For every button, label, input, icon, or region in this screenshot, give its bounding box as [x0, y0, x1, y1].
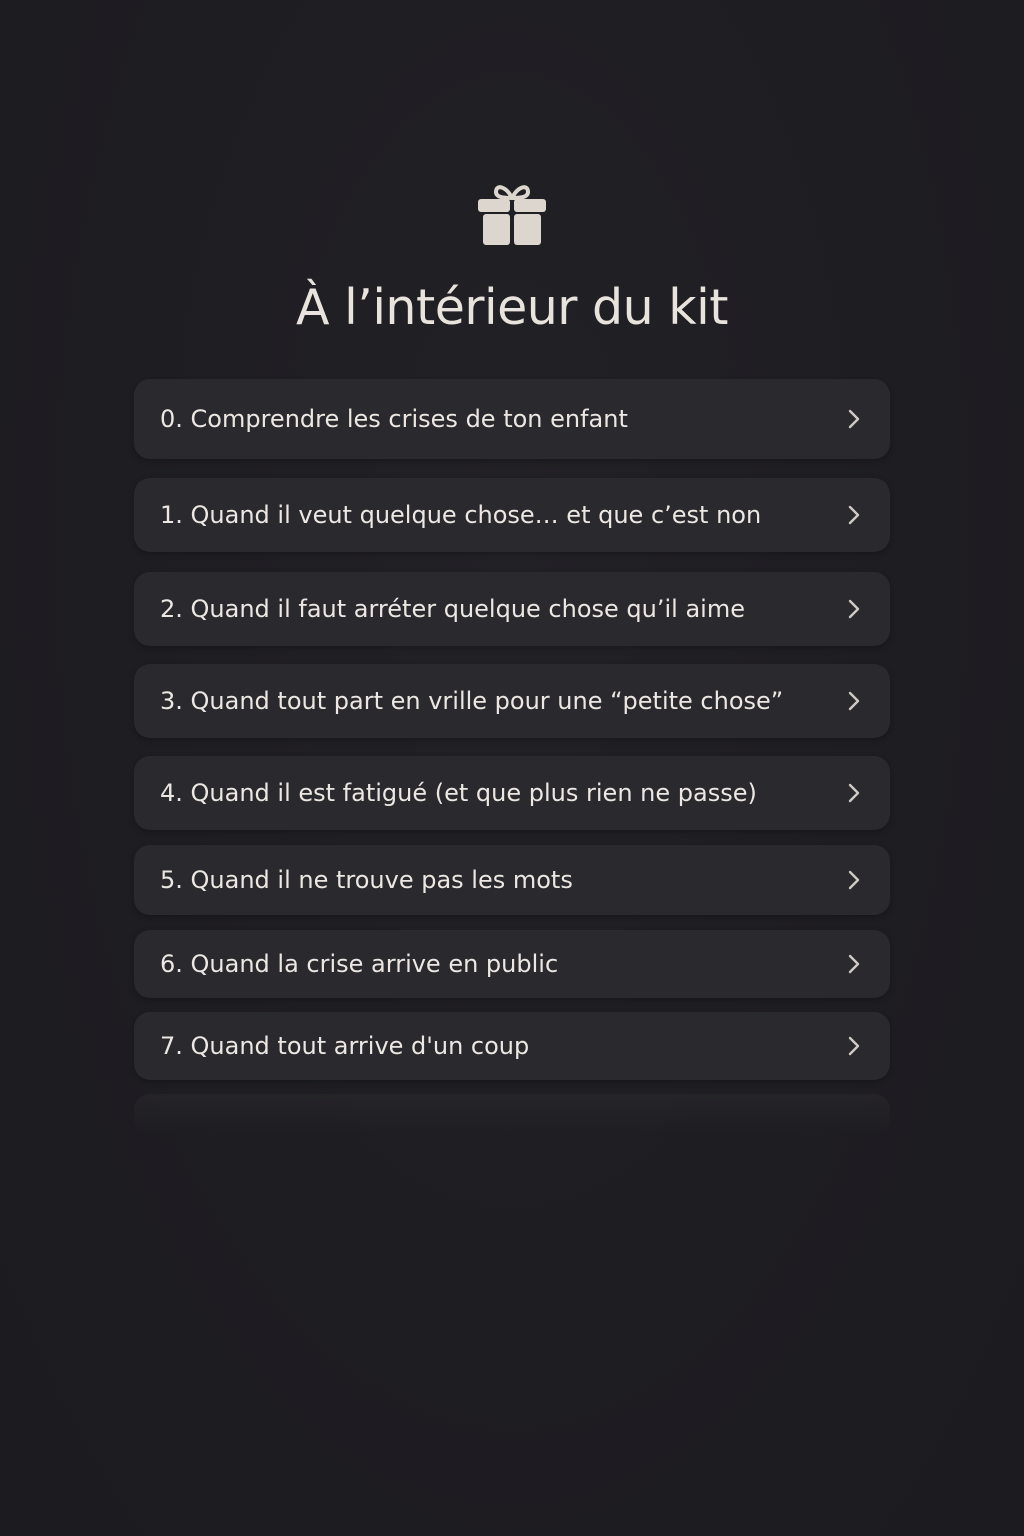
gift-icon	[478, 185, 546, 245]
list-item-label: 6. Quand la crise arrive en public	[160, 950, 559, 978]
header: À l’intérieur du kit	[0, 176, 1024, 338]
list-item-4[interactable]: 4. Quand il est fatigué (et que plus rie…	[134, 756, 890, 830]
list-item-1[interactable]: 1. Quand il veut quelque chose… et que c…	[134, 478, 890, 552]
chevron-right-icon	[848, 691, 860, 711]
chevron-right-icon	[848, 870, 860, 890]
list-item-3[interactable]: 3. Quand tout part en vrille pour une “p…	[134, 664, 890, 738]
chevron-right-icon	[848, 599, 860, 619]
chevron-right-icon	[848, 505, 860, 525]
page: À l’intérieur du kit 0. Comprendre les c…	[0, 0, 1024, 1536]
list-item-6[interactable]: 6. Quand la crise arrive en public	[134, 930, 890, 998]
list-item-label: 7. Quand tout arrive d'un coup	[160, 1032, 530, 1060]
list-item-label: 3. Quand tout part en vrille pour une “p…	[160, 687, 784, 715]
chevron-right-icon	[848, 1036, 860, 1056]
list-item-label: 5. Quand il ne trouve pas les mots	[160, 866, 573, 894]
faded-list-item	[134, 1094, 890, 1134]
chevron-right-icon	[848, 409, 860, 429]
list-item-5[interactable]: 5. Quand il ne trouve pas les mots	[134, 845, 890, 915]
list-item-label: 0. Comprendre les crises de ton enfant	[160, 405, 628, 433]
list-item-label: 4. Quand il est fatigué (et que plus rie…	[160, 779, 757, 807]
list-item-0[interactable]: 0. Comprendre les crises de ton enfant	[134, 379, 890, 459]
chevron-right-icon	[848, 783, 860, 803]
list-item-label: 1. Quand il veut quelque chose… et que c…	[160, 501, 762, 529]
list-item-2[interactable]: 2. Quand il faut arréter quelque chose q…	[134, 572, 890, 646]
chevron-right-icon	[848, 954, 860, 974]
list-item-7[interactable]: 7. Quand tout arrive d'un coup	[134, 1012, 890, 1080]
page-title: À l’intérieur du kit	[296, 279, 728, 336]
list-item-label: 2. Quand il faut arréter quelque chose q…	[160, 595, 745, 623]
